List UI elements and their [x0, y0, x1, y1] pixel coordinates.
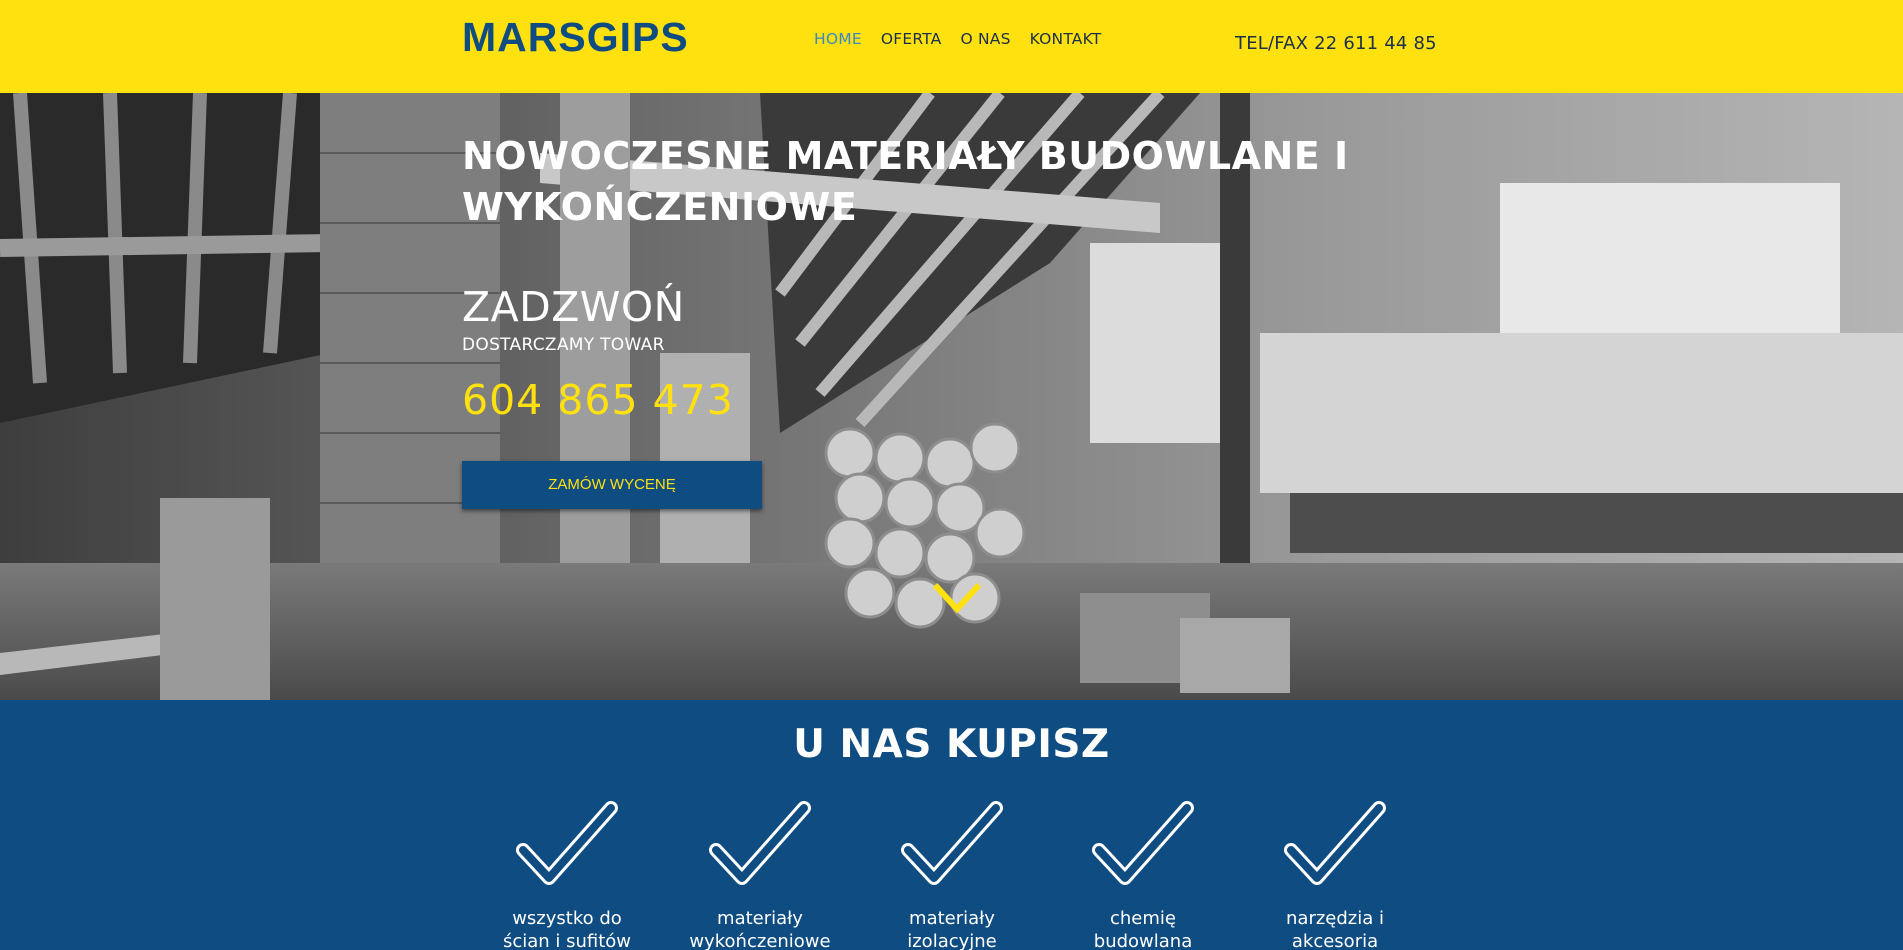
site-logo[interactable]: MARSGIPS [462, 14, 689, 61]
hero-title: NOWOCZESNE MATERIAŁY BUDOWLANE I WYKOŃCZ… [462, 134, 1349, 229]
chevron-down-icon[interactable] [932, 581, 982, 615]
products-section: U NAS KUPISZ wszystko do ścian i sufitów… [0, 700, 1903, 950]
product-item: materiały izolacyjne [872, 800, 1032, 950]
checkmark-icon [1092, 801, 1194, 885]
product-item: materiały wykończeniowe [680, 800, 840, 950]
site-header: MARSGIPS HOME OFERTA O NAS KONTAKT TEL/F… [0, 0, 1903, 93]
nav-kontakt[interactable]: KONTAKT [1030, 30, 1102, 48]
nav-oferta[interactable]: OFERTA [881, 30, 942, 48]
hero-section: NOWOCZESNE MATERIAŁY BUDOWLANE I WYKOŃCZ… [0, 93, 1903, 700]
product-label: chemię budowlana [1093, 908, 1193, 950]
checkmark-icon [516, 801, 618, 885]
hero-phone-number[interactable]: 604 865 473 [462, 376, 734, 424]
product-label: wszystko do ścian i sufitów [502, 908, 632, 950]
product-label: materiały wykończeniowe [689, 908, 831, 950]
nav-home[interactable]: HOME [814, 30, 862, 48]
hero-call-heading: ZADZWOŃ [462, 283, 685, 331]
product-label: narzędzia i akcesoria [1286, 908, 1384, 950]
header-phone: TEL/FAX 22 611 44 85 [1235, 33, 1437, 54]
product-item: narzędzia i akcesoria [1255, 800, 1415, 950]
hero-subtitle: DOSTARCZAMY TOWAR [462, 335, 665, 355]
order-quote-button[interactable]: ZAMÓW WYCENĘ [462, 461, 762, 509]
main-nav: HOME OFERTA O NAS KONTAKT [814, 30, 1120, 48]
product-item: wszystko do ścian i sufitów [487, 800, 647, 950]
checkmark-icon [709, 801, 811, 885]
product-item: chemię budowlana [1063, 800, 1223, 950]
checkmark-icon [1284, 801, 1386, 885]
checkmark-icon [901, 801, 1003, 885]
nav-o-nas[interactable]: O NAS [960, 30, 1010, 48]
section-title: U NAS KUPISZ [793, 722, 1110, 767]
product-label: materiały izolacyjne [907, 908, 997, 950]
